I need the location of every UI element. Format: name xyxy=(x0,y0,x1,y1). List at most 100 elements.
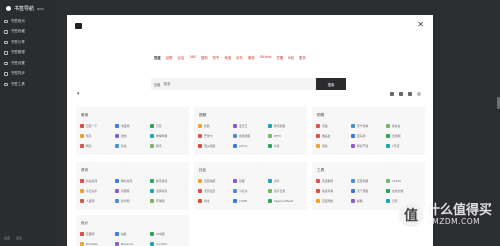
engine-tab[interactable]: B站 xyxy=(288,55,294,60)
bookmark-link[interactable]: PPTV xyxy=(268,134,303,138)
bookmark-link[interactable]: 站酷 xyxy=(115,232,150,236)
bookmark-link[interactable]: 苏宁易购 xyxy=(351,124,386,128)
bookmark-link[interactable]: 百度地图 xyxy=(351,179,386,183)
bookmark-link[interactable]: 微博 xyxy=(115,134,150,138)
bookmark-link[interactable]: 腾讯 xyxy=(150,144,185,148)
bookmark-link[interactable]: 拼多多 xyxy=(386,124,421,128)
close-icon[interactable]: ✕ xyxy=(417,21,424,29)
search-input[interactable] xyxy=(163,82,304,86)
settings-link[interactable]: 设置 xyxy=(4,236,10,240)
bookmark-link[interactable]: iconfont xyxy=(150,242,185,246)
sidebar-item[interactable]: 书签设置 xyxy=(4,58,52,69)
bookmark-link[interactable]: 当当网 xyxy=(386,134,421,138)
bookmark-link[interactable]: 今日头条 xyxy=(80,189,115,193)
bookmark-link[interactable]: SegmentFault xyxy=(268,199,303,203)
engine-tab[interactable]: 搜狗 xyxy=(201,55,208,60)
engine-tab[interactable]: 淘宝 xyxy=(224,55,231,60)
bookmark-link[interactable]: 京东 xyxy=(150,124,185,128)
bookmark-link[interactable]: AcFun xyxy=(233,144,268,148)
bookmark-link[interactable]: 虎扑 xyxy=(268,179,303,183)
sidebar-item[interactable]: 书签工具 xyxy=(4,79,52,90)
bookmark-link[interactable]: 哔哩哔哩 xyxy=(150,134,185,138)
bookmark-label: 1号店 xyxy=(392,144,400,148)
bookmark-link[interactable]: 人民网 xyxy=(80,199,115,203)
engine-tab[interactable]: 百度 xyxy=(154,55,161,60)
bookmark-label: 芒果TV xyxy=(204,134,214,138)
bookmark-link[interactable]: 新浪新闻 xyxy=(80,179,115,183)
bookmark-link[interactable]: 网易严选 xyxy=(351,144,386,148)
engine-tab[interactable]: 豆瓣 xyxy=(276,55,283,60)
bookmark-link[interactable]: 邮箱 xyxy=(351,199,386,203)
sidebar-item[interactable]: 书签同步 xyxy=(4,69,52,80)
bookmark-link[interactable]: 有道翻译 xyxy=(316,179,351,183)
bookmark-link[interactable]: 优酷 xyxy=(198,124,233,128)
bookmark-link[interactable]: 淘宝网 xyxy=(115,124,150,128)
bookmark-link[interactable]: CSDN xyxy=(233,199,268,203)
bookmark-link[interactable]: 腾讯视频 xyxy=(268,124,303,128)
logo-icon xyxy=(6,6,11,11)
bookmark-link[interactable]: 搜狐视频 xyxy=(233,134,268,138)
bookmark-link[interactable]: 网易新闻 xyxy=(115,179,150,183)
bookmark-link[interactable]: UI中国 xyxy=(150,232,185,236)
bookmark-link[interactable]: 新浪 xyxy=(115,144,150,148)
bookmark-link[interactable]: 百度一下 xyxy=(80,124,115,128)
engine-tab[interactable]: 微信 xyxy=(248,55,255,60)
bookmark-link[interactable]: 网易 xyxy=(80,144,115,148)
bookmark-link[interactable]: 知乎日报 xyxy=(268,189,303,193)
bookmark-link[interactable]: 豆瓣 xyxy=(233,179,268,183)
bookmark-link[interactable]: 芒果TV xyxy=(198,134,233,138)
engine-tab[interactable]: 京东 xyxy=(236,55,243,60)
bookmark-link[interactable]: 知乎 xyxy=(80,134,115,138)
sidebar-item[interactable]: 书签收藏 xyxy=(4,27,52,38)
theme-icon[interactable] xyxy=(417,92,421,96)
search-button[interactable]: 搜索 xyxy=(316,78,346,90)
bookmark-link[interactable]: 环球网 xyxy=(150,199,185,203)
bookmark-link[interactable]: 百度网盘 xyxy=(316,199,351,203)
site-favicon-icon xyxy=(233,144,237,148)
bookmark-link[interactable]: 唯品会 xyxy=(316,134,351,138)
settings-icon[interactable] xyxy=(408,92,412,96)
bookmark-link[interactable]: 快递查询 xyxy=(316,189,351,193)
bookmark-link[interactable]: 在线文档 xyxy=(386,189,421,193)
bookmark-link[interactable]: 简书 xyxy=(198,199,233,203)
logout-link[interactable]: 退出 xyxy=(16,236,22,240)
bookmark-link[interactable]: 澎湃新闻 xyxy=(150,189,185,193)
sidebar-item[interactable]: 书签首页 xyxy=(4,16,52,27)
bookmark-link[interactable]: 1号店 xyxy=(386,144,421,148)
bookmark-link[interactable]: 天猫 xyxy=(316,124,351,128)
engine-tab[interactable]: 谷歌 xyxy=(166,55,173,60)
bookmark-link[interactable]: 爱奇艺 xyxy=(233,124,268,128)
app-brand[interactable]: 书签导航 NEW xyxy=(6,5,44,12)
bookmark-link[interactable]: 凤凰网 xyxy=(115,189,150,193)
bookmark-link[interactable]: 抖音 xyxy=(268,144,303,148)
bookmark-link[interactable]: Dribbble xyxy=(80,242,115,246)
list-view-icon[interactable] xyxy=(399,92,403,96)
site-favicon-icon xyxy=(150,179,154,183)
engine-tab[interactable]: 必应 xyxy=(178,55,185,60)
bookmark-link[interactable]: 闲鱼 xyxy=(316,144,351,148)
sidebar-item[interactable]: 书签分享 xyxy=(4,37,52,48)
site-favicon-icon xyxy=(386,189,390,193)
bookmark-link[interactable]: Behance xyxy=(115,242,150,246)
bookmark-link[interactable]: 小红书 xyxy=(233,189,268,193)
bookmark-link[interactable]: 新华网 xyxy=(115,199,150,203)
bookmark-link[interactable]: 百度贴吧 xyxy=(198,179,233,183)
bookmark-link[interactable]: 腾讯新闻 xyxy=(150,179,185,183)
engine-tab[interactable]: 360 xyxy=(189,55,195,60)
engine-tab[interactable]: 更多 xyxy=(299,55,306,60)
bookmark-link[interactable]: 西瓜视频 xyxy=(198,144,233,148)
engine-tab[interactable]: GitHub xyxy=(260,55,272,60)
bookmark-link[interactable]: 亚马逊 xyxy=(351,134,386,138)
site-favicon-icon xyxy=(150,199,154,203)
engine-tab[interactable]: 知乎 xyxy=(213,55,220,60)
grid-view-icon[interactable] xyxy=(390,92,394,96)
bookmark-link[interactable]: 天涯社区 xyxy=(198,189,233,193)
bookmark-link[interactable]: 花瓣网 xyxy=(80,232,115,236)
caret-down-icon[interactable]: ▾ xyxy=(77,91,80,97)
site-favicon-icon xyxy=(386,179,390,183)
bookmark-link[interactable]: 天气预报 xyxy=(351,189,386,193)
watermark-title: 什么值得买 xyxy=(426,203,492,219)
sidebar-item[interactable]: 书签管理 xyxy=(4,48,52,59)
bookmark-link[interactable]: 12306 xyxy=(386,179,421,183)
bookmark-label: 抖音 xyxy=(274,144,280,148)
